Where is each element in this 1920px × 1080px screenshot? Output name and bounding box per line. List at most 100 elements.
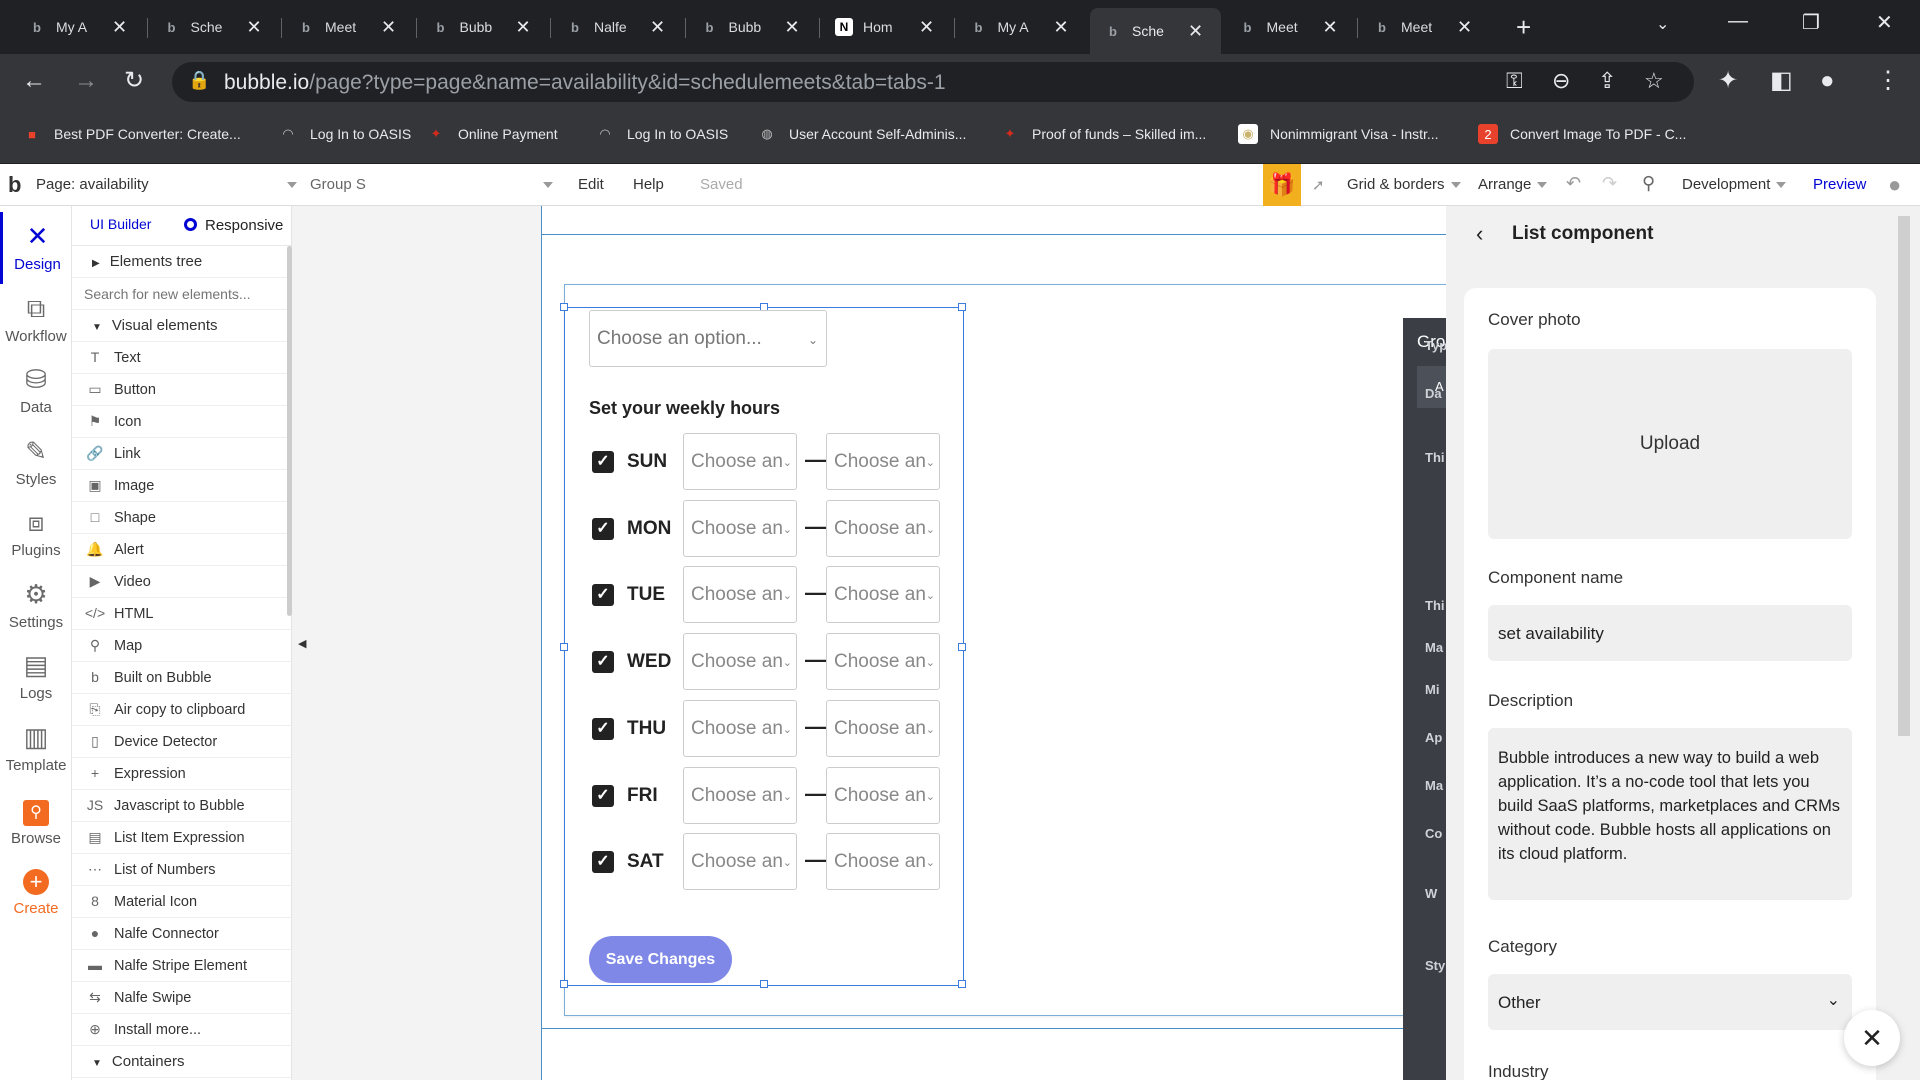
close-tab-icon[interactable]: ✕ [919, 17, 934, 38]
back-chevron-icon[interactable]: ‹ [1476, 221, 1483, 247]
extensions-icon[interactable]: ✦ [1718, 66, 1738, 96]
palette-item[interactable]: ▣ Image [72, 470, 291, 502]
palette-item[interactable]: </> HTML [72, 598, 291, 630]
bookmark-item[interactable]: ✦ Online Payment [426, 124, 558, 144]
rail-item-design[interactable]: ✕ Design [0, 212, 72, 284]
browser-tab[interactable]: N Hom ✕ [821, 10, 952, 44]
palette-item[interactable]: ▯ Device Detector [72, 726, 291, 758]
end-time-dropdown[interactable]: Choose an ⌄ [826, 699, 940, 757]
bookmark-item[interactable]: 2 Convert Image To PDF - C... [1478, 124, 1686, 144]
day-checkbox[interactable]: ✓ [592, 584, 614, 607]
palette-item[interactable]: □ Shape [72, 502, 291, 534]
description-field[interactable]: Bubble introduces a new way to build a w… [1488, 728, 1852, 900]
tab-responsive[interactable]: Responsive [184, 217, 283, 234]
search-icon[interactable]: ⚲ [1642, 173, 1655, 194]
palette-item[interactable]: T Text [72, 342, 291, 374]
start-time-dropdown[interactable]: Choose an ⌄ [683, 766, 797, 824]
rail-item-template[interactable]: ▥ Template [0, 713, 72, 785]
close-tab-icon[interactable]: ✕ [381, 17, 396, 38]
palette-item[interactable]: ▤ List Item Expression [72, 822, 291, 854]
end-time-dropdown[interactable]: Choose an ⌄ [826, 433, 940, 490]
rail-item-workflow[interactable]: ⧉ Workflow [0, 284, 72, 356]
start-time-dropdown[interactable]: Choose an ⌄ [683, 566, 797, 624]
palette-item[interactable]: ▭ Button [72, 374, 291, 406]
palette-scrollbar[interactable] [287, 246, 292, 616]
palette-item[interactable]: b Built on Bubble [72, 662, 291, 694]
day-checkbox[interactable]: ✓ [592, 851, 614, 874]
browser-tab[interactable]: b Meet ✕ [1359, 10, 1490, 44]
rail-item-logs[interactable]: ▤ Logs [0, 641, 72, 713]
edit-menu[interactable]: Edit [578, 176, 604, 193]
palette-item[interactable]: 🔔 Alert [72, 534, 291, 566]
palette-item[interactable]: ⚑ Icon [72, 406, 291, 438]
start-time-dropdown[interactable]: Choose an ⌄ [683, 699, 797, 757]
browser-tab[interactable]: b Meet ✕ [1225, 10, 1356, 44]
bookmark-item[interactable]: ◠ Log In to OASIS [595, 124, 728, 144]
palette-item[interactable]: ⚲ Map [72, 630, 291, 662]
close-tab-icon[interactable]: ✕ [112, 17, 127, 38]
end-time-dropdown[interactable]: Choose an ⌄ [826, 833, 940, 891]
bookmark-star-icon[interactable]: ☆ [1644, 68, 1664, 94]
start-time-dropdown[interactable]: Choose an ⌄ [683, 499, 797, 557]
back-icon[interactable]: ← [22, 66, 46, 96]
day-checkbox[interactable]: ✓ [592, 517, 614, 540]
end-time-dropdown[interactable]: Choose an ⌄ [826, 766, 940, 824]
rail-item-settings[interactable]: ⚙ Settings [0, 570, 72, 642]
resize-handle[interactable] [958, 303, 966, 311]
elements-tree-toggle[interactable]: ▶ Elements tree [72, 246, 291, 278]
end-time-dropdown[interactable]: Choose an ⌄ [826, 633, 940, 691]
palette-item[interactable]: ▬ Nalfe Stripe Element [72, 950, 291, 982]
rail-item-styles[interactable]: ✎ Styles [0, 427, 72, 499]
panel-scrollbar[interactable] [1898, 216, 1910, 736]
rail-item-browse[interactable]: ⚲ Browse [0, 784, 72, 856]
close-tab-icon[interactable]: ✕ [1457, 17, 1472, 38]
browser-tab[interactable]: b Nalfe ✕ [552, 10, 683, 44]
menu-icon[interactable]: ⋮ [1876, 66, 1900, 96]
palette-item[interactable]: ⎘ Air copy to clipboard [72, 694, 291, 726]
start-time-dropdown[interactable]: Choose an ⌄ [683, 833, 797, 891]
day-checkbox[interactable]: ✓ [592, 717, 614, 740]
undo-icon[interactable]: ↶ [1566, 173, 1581, 194]
new-tab-icon[interactable]: + [1516, 12, 1531, 43]
rail-item-create[interactable]: + Create [0, 856, 72, 928]
resize-handle[interactable] [560, 980, 568, 988]
resize-handle[interactable] [560, 643, 568, 651]
share-icon[interactable]: ⇪ [1598, 68, 1616, 94]
end-time-dropdown[interactable]: Choose an ⌄ [826, 566, 940, 624]
resize-handle[interactable] [958, 980, 966, 988]
help-menu[interactable]: Help [633, 176, 664, 193]
save-changes-button[interactable]: Save Changes [589, 936, 732, 983]
palette-item[interactable]: ● Nalfe Connector [72, 918, 291, 950]
resize-handle[interactable] [560, 303, 568, 311]
visual-elements-toggle[interactable]: ▼ Visual elements [72, 310, 291, 342]
account-icon[interactable]: ● [1888, 172, 1901, 198]
tab-ui-builder[interactable]: UI Builder [90, 216, 151, 232]
resize-handle[interactable] [760, 980, 768, 988]
close-tab-icon[interactable]: ✕ [247, 17, 262, 38]
group-property-panel[interactable]: Gro A Typ Da Thi Thi Ma Mi Ap Ma Co W Sty [1403, 318, 1446, 1080]
containers-toggle[interactable]: ▼ Containers [72, 1046, 291, 1078]
side-panel-icon[interactable]: ◧ [1770, 66, 1793, 96]
element-selector-caret[interactable] [537, 176, 553, 193]
bookmark-item[interactable]: ◍ User Account Self-Adminis... [757, 124, 966, 144]
palette-item[interactable]: ⋯ List of Numbers [72, 854, 291, 886]
bookmark-item[interactable]: ◉ Nonimmigrant Visa - Instr... [1238, 124, 1439, 144]
day-checkbox[interactable]: ✓ [592, 784, 614, 807]
page-selector[interactable]: Page: availability [36, 176, 149, 193]
tab-search-icon[interactable]: ⌄ [1656, 14, 1669, 34]
palette-item[interactable]: 8 Material Icon [72, 886, 291, 918]
collapse-palette-icon[interactable]: ◀ [298, 637, 306, 650]
browser-tab[interactable]: b Sche ✕ [149, 10, 280, 44]
close-tab-icon[interactable]: ✕ [1054, 17, 1069, 38]
reload-icon[interactable]: ↻ [124, 66, 144, 96]
upload-cover-button[interactable]: Upload [1488, 349, 1852, 539]
day-checkbox[interactable]: ✓ [592, 651, 614, 674]
palette-item[interactable]: ⇆ Nalfe Swipe [72, 982, 291, 1014]
redo-icon[interactable]: ↷ [1602, 173, 1617, 194]
component-name-field[interactable]: set availability [1488, 605, 1852, 661]
browser-tab[interactable]: b Sche ✕ [1090, 8, 1221, 54]
preview-link[interactable]: Preview [1813, 176, 1866, 193]
page-selector-caret[interactable] [281, 176, 297, 193]
minimize-icon[interactable]: — [1728, 10, 1748, 33]
environment-menu[interactable]: Development [1682, 176, 1787, 193]
